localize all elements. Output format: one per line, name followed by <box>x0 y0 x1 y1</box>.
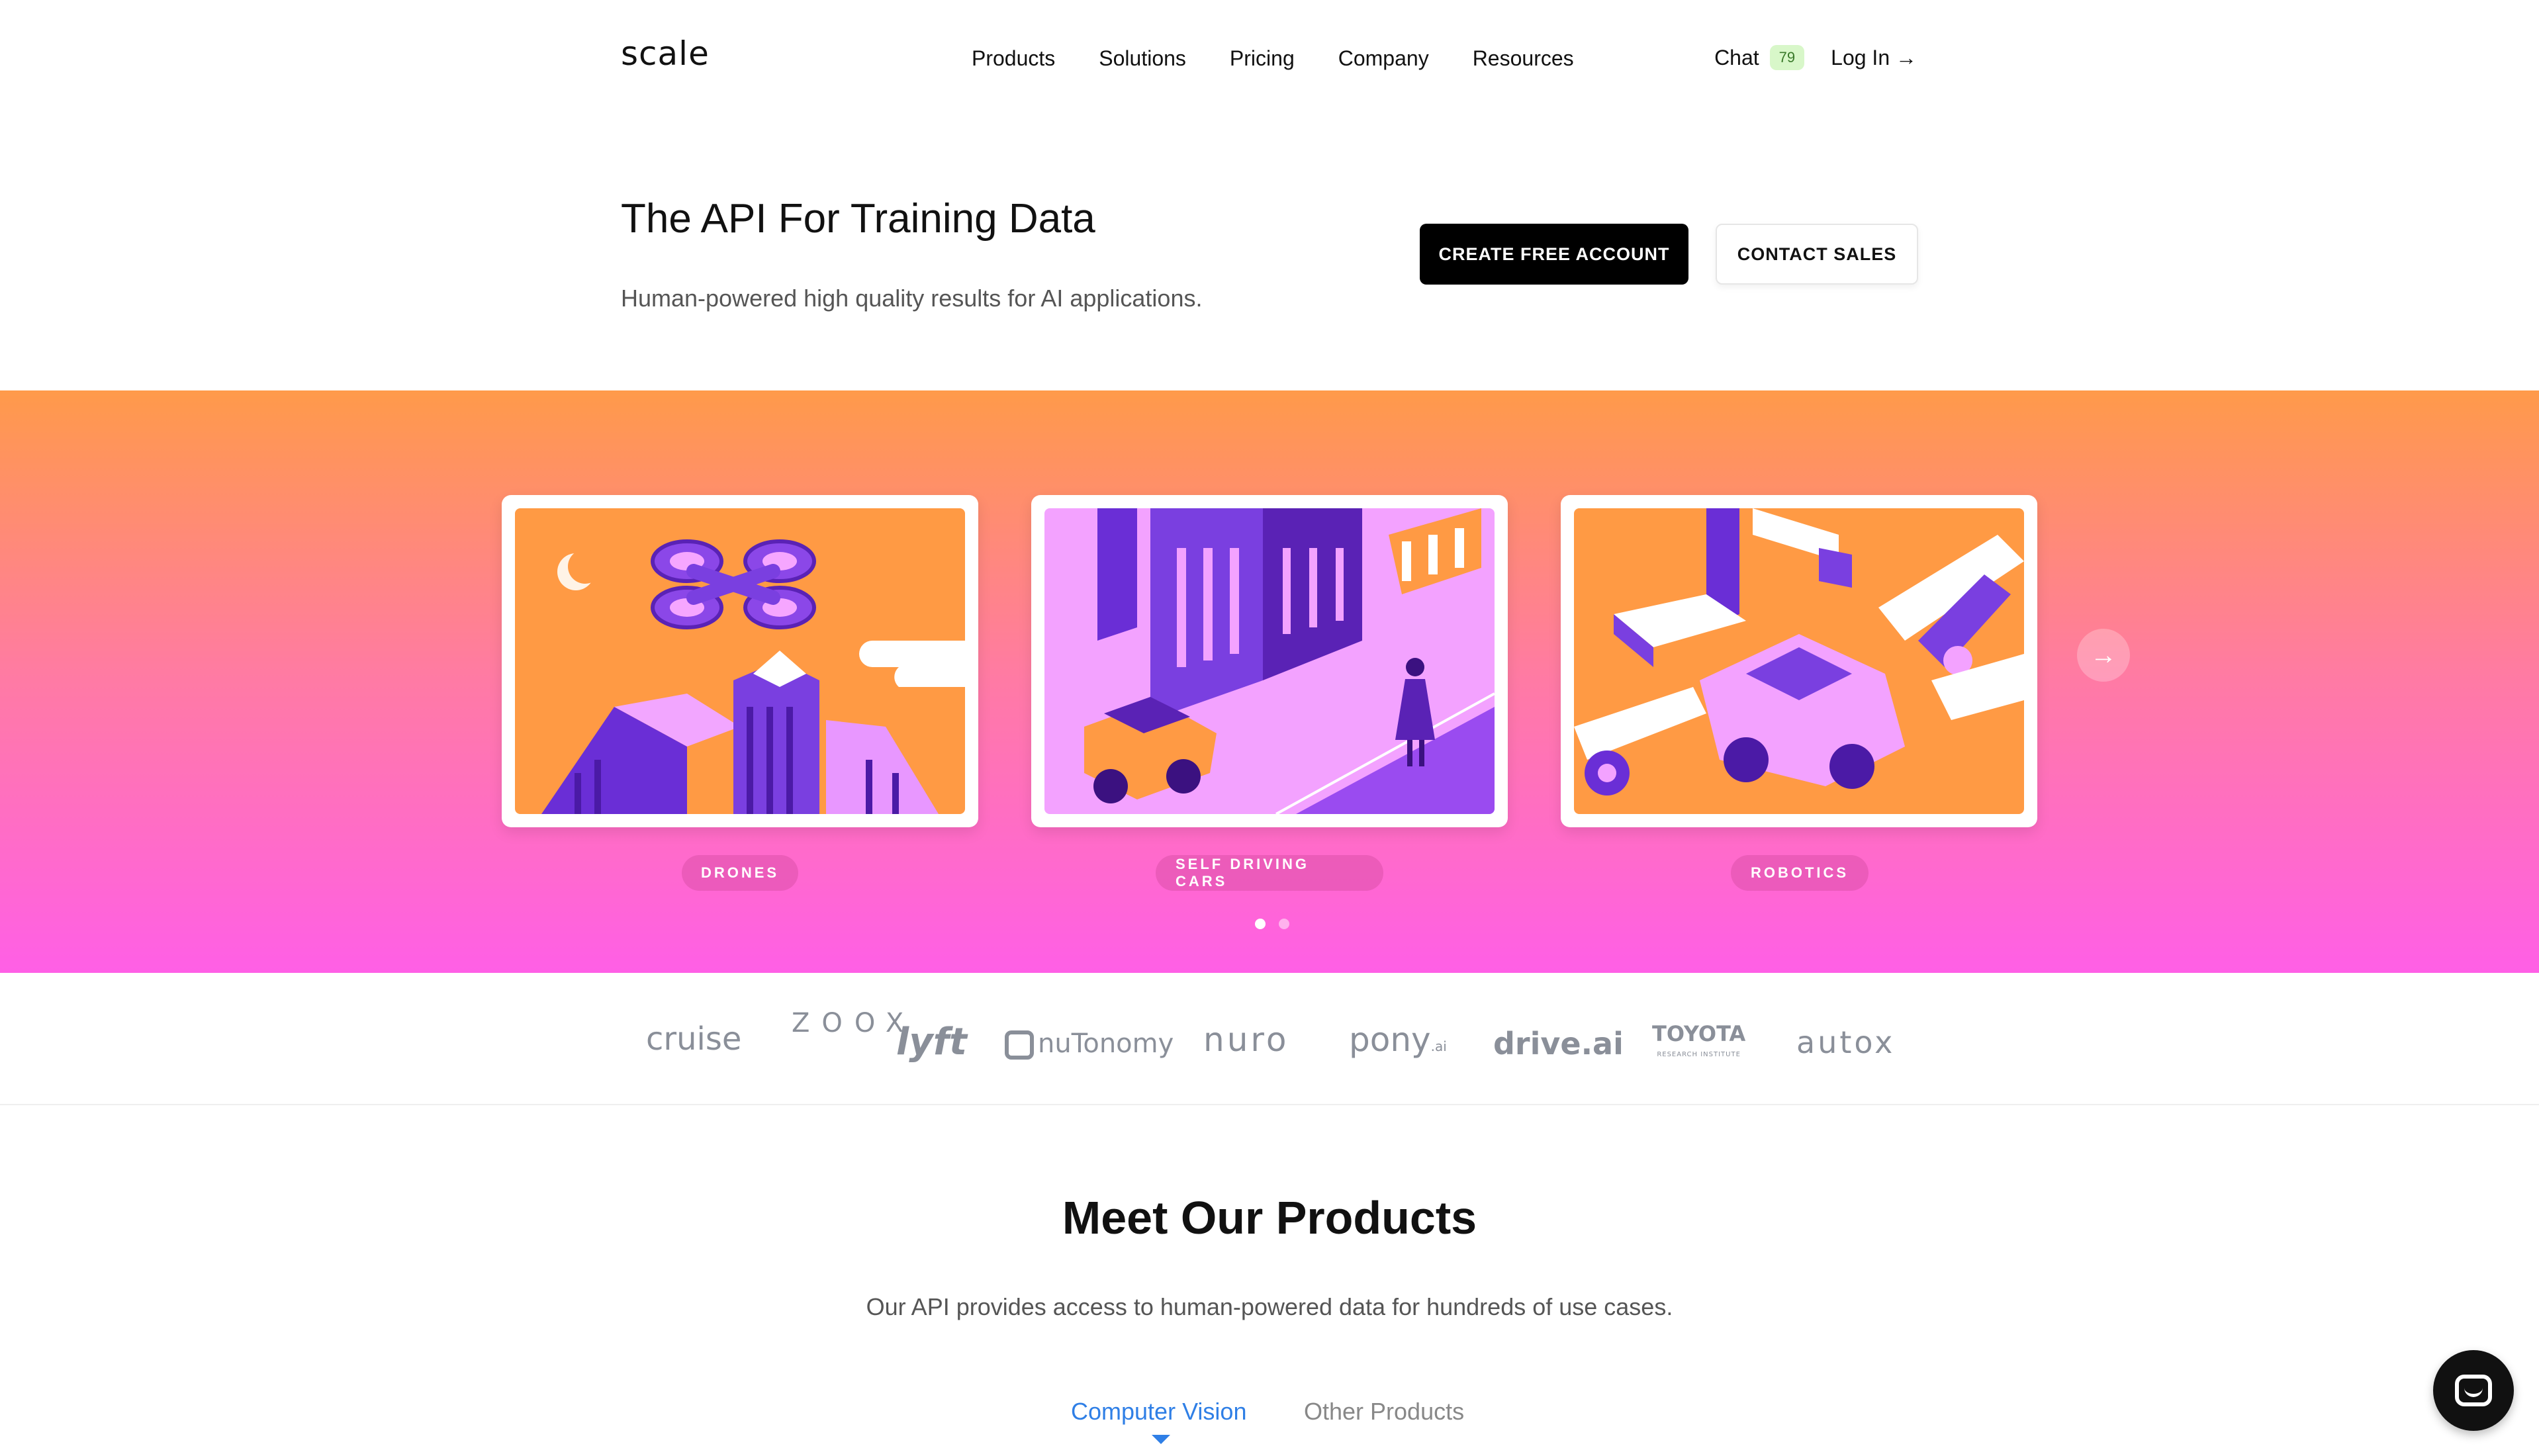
chat-count-badge: 79 <box>1769 45 1805 70</box>
chat-link[interactable]: Chat <box>1714 46 1759 70</box>
nutonomy-hex-icon <box>1005 1030 1034 1060</box>
carousel-dot-1[interactable] <box>1255 919 1266 929</box>
nav-products[interactable]: Products <box>972 46 1055 71</box>
customer-logos: cruise ZOOX lyft nuTonomy nuro pony.ai d… <box>0 973 2539 1105</box>
hero-title: The API For Training Data <box>621 196 1095 242</box>
logo-zoox: ZOOX <box>792 1008 916 1038</box>
nav-resources[interactable]: Resources <box>1473 46 1574 71</box>
chat-widget-button[interactable] <box>2433 1350 2514 1431</box>
robot-arms-car-factory-illustration <box>1574 508 2024 814</box>
chat-bubble-icon <box>2455 1375 2492 1406</box>
carousel-card-robotics[interactable] <box>1561 495 2037 827</box>
drone-city-illustration <box>515 508 965 814</box>
scale-logo[interactable]: scale <box>621 34 710 73</box>
city-street-taxi-illustration <box>1044 508 1495 814</box>
logo-toyota-research: TOYOTA RESEARCH INSTITUTE <box>1652 1023 1745 1066</box>
arrow-right-icon: → <box>2090 640 2117 670</box>
logo-pony-suffix: .ai <box>1430 1038 1447 1054</box>
carousel-label-self-driving-cars[interactable]: SELF DRIVING CARS <box>1156 855 1383 891</box>
active-tab-caret-icon <box>1152 1435 1170 1444</box>
logo-nutonomy-text: nuTonomy <box>1038 1028 1174 1059</box>
header-actions: Chat 79 Log In → <box>1714 45 1917 70</box>
carousel-label-robotics[interactable]: ROBOTICS <box>1731 855 1869 891</box>
logo-pony-text: pony <box>1349 1021 1431 1059</box>
carousel-card-drones[interactable] <box>502 495 978 827</box>
tab-other-products[interactable]: Other Products <box>1304 1398 1464 1426</box>
login-link[interactable]: Log In → <box>1831 46 1917 70</box>
logo-pony: pony.ai <box>1349 1021 1447 1059</box>
carousel-next-button[interactable]: → <box>2077 629 2130 682</box>
logo-autox: autox <box>1796 1024 1896 1060</box>
products-title: Meet Our Products <box>1062 1192 1477 1244</box>
logo-toyota-sub: RESEARCH INSTITUTE <box>1657 1051 1741 1058</box>
logo-lyft: lyft <box>896 1021 967 1064</box>
logo-toyota-text: TOYOTA <box>1652 1021 1746 1046</box>
use-case-carousel: DRONES SELF DRIVING CARS ROBOTICS → <box>0 390 2539 973</box>
logo-nutonomy: nuTonomy <box>1005 1028 1174 1060</box>
create-free-account-button[interactable]: CREATE FREE ACCOUNT <box>1420 224 1688 285</box>
site-header: scale Products Solutions Pricing Company… <box>0 0 2539 126</box>
nav-pricing[interactable]: Pricing <box>1230 46 1295 71</box>
carousel-card-self-driving-cars[interactable] <box>1031 495 1508 827</box>
carousel-label-drones[interactable]: DRONES <box>682 855 798 891</box>
carousel-dots <box>1255 919 1289 929</box>
logo-cruise: cruise <box>646 1021 742 1058</box>
tab-computer-vision[interactable]: Computer Vision <box>1071 1398 1246 1426</box>
nav-solutions[interactable]: Solutions <box>1099 46 1186 71</box>
main-nav: Products Solutions Pricing Company Resou… <box>972 46 1574 71</box>
nav-company[interactable]: Company <box>1338 46 1429 71</box>
carousel-dot-2[interactable] <box>1279 919 1289 929</box>
products-subtitle: Our API provides access to human-powered… <box>866 1293 1673 1320</box>
logo-drive-ai: drive.ai <box>1493 1026 1624 1062</box>
hero-subtitle: Human-powered high quality results for A… <box>621 285 1203 312</box>
logo-nuro: nuro <box>1203 1021 1289 1059</box>
contact-sales-button[interactable]: CONTACT SALES <box>1716 224 1918 285</box>
